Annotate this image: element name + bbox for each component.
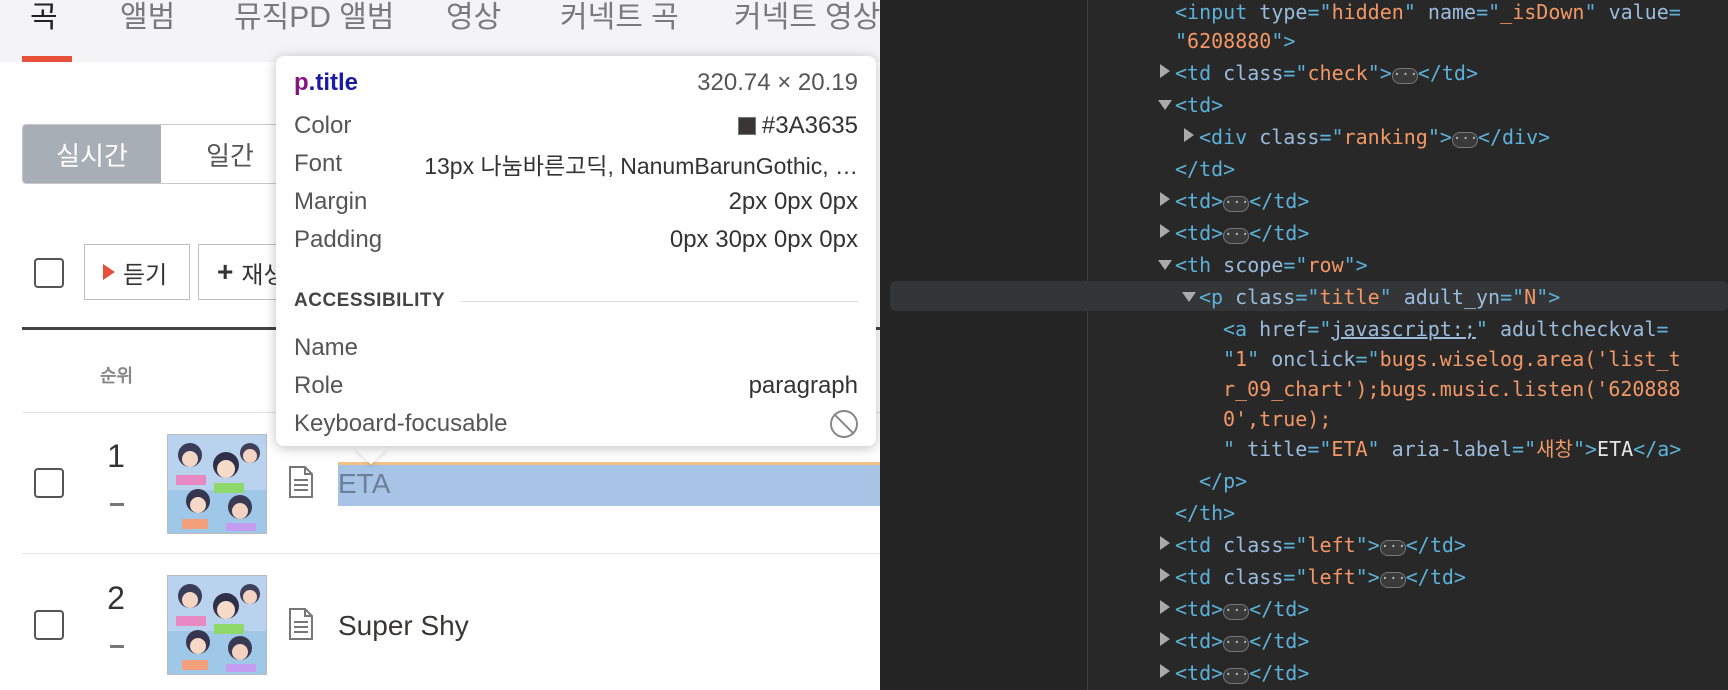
rank-number: 2 [107,580,125,616]
ellipsis-icon[interactable]: ··· [1391,68,1418,84]
dom-line[interactable]: <td class="check">···</td> [1175,58,1478,88]
expand-arrow-icon[interactable] [1160,224,1170,238]
ellipsis-icon[interactable]: ··· [1223,228,1249,244]
listen-button[interactable]: 듣기 [84,244,190,300]
dom-line[interactable]: <td>···</td> [1175,594,1309,624]
page: 곡 앨범 뮤직PD 앨범 영상 커넥트 곡 커넥트 영상 실시간 일간 듣기 +… [0,0,880,690]
listen-label: 듣기 [123,261,168,289]
dom-line[interactable]: <td>···</td> [1175,626,1309,656]
dom-line[interactable]: </td> [1175,154,1235,184]
expand-arrow-icon[interactable] [1160,536,1170,550]
active-tab-indicator [22,56,72,62]
expand-arrow-icon[interactable] [1160,64,1170,78]
collapse-arrow-icon[interactable] [1158,260,1172,270]
collapse-arrow-icon[interactable] [1182,292,1196,302]
not-focusable-icon [830,410,858,438]
select-all-checkbox[interactable] [34,258,64,288]
ellipsis-icon[interactable]: ··· [1451,132,1478,148]
tooltip-color-row: Color #3A3635 [294,112,858,139]
tooltip-header: p.title 320.74 × 20.19 [294,68,858,98]
album-art[interactable] [167,575,267,675]
tab-videos[interactable]: 영상 [446,0,501,36]
expand-arrow-icon[interactable] [1184,128,1194,142]
album-art[interactable] [167,434,267,534]
tab-connect-videos[interactable]: 커넥트 영상 [734,0,880,36]
dom-line[interactable]: " title="ETA" aria-label="새창">ETA</a> [1223,434,1681,464]
dom-line[interactable]: <a href="javascript:;" adultcheckval= [1223,314,1669,344]
expand-arrow-icon[interactable] [1160,664,1170,678]
dom-line[interactable]: <td class="left">···</td> [1175,530,1466,560]
dom-line[interactable]: "1" onclick="bugs.wiselog.area('list_t [1223,344,1681,374]
dom-line[interactable]: <th scope="row"> [1175,250,1368,280]
collapse-arrow-icon[interactable] [1158,100,1172,110]
dom-line[interactable]: </th> [1175,498,1235,528]
song-title-link[interactable]: Super Shy [338,610,469,642]
row-checkbox[interactable] [34,468,64,498]
row-divider [22,553,880,554]
expand-arrow-icon[interactable] [1160,192,1170,206]
dom-line[interactable]: <td>···</td> [1175,218,1309,248]
dom-line[interactable]: <div class="ranking">···</div> [1199,122,1550,152]
tooltip-padding-row: Padding 0px 30px 0px 0px [294,226,858,253]
tab-songs[interactable]: 곡 [30,0,58,36]
dom-line-selected[interactable]: <p class="title" adult_yn="N"> [1199,282,1560,312]
dom-line[interactable]: r_09_chart');bugs.music.listen('620888 [1223,374,1681,404]
song-title-link[interactable]: ETA [338,468,390,500]
devtools-elements-panel: <input type="hidden" name="_isDown" valu… [880,0,1728,690]
tooltip-role-row: Role paragraph [294,372,858,399]
rank-change-none-icon [110,645,124,648]
column-header-rank: 순위 [100,366,134,386]
ellipsis-icon[interactable]: ··· [1223,604,1249,620]
rank-change-none-icon [110,503,124,506]
ellipsis-icon[interactable]: ··· [1223,196,1249,212]
devtools-gutter [880,0,1088,690]
inspected-element-highlight [338,462,880,506]
period-toggle: 실시간 일간 [22,124,300,184]
tooltip-font-row: Font 13px 나눔바른고딕, NanumBarunGothic, … [294,150,858,179]
rank-number: 1 [107,438,125,474]
dom-line[interactable]: <td>···</td> [1175,658,1309,688]
lyrics-icon[interactable] [288,608,314,640]
tooltip-focusable-row: Keyboard-focusable [294,409,858,439]
tooltip-name-row: Name [294,334,359,361]
plus-icon: + [217,256,234,287]
dom-line[interactable]: <td> [1175,90,1223,120]
expand-arrow-icon[interactable] [1160,568,1170,582]
dom-line[interactable]: <td>···</td> [1175,186,1309,216]
play-icon [103,264,115,280]
ellipsis-icon[interactable]: ··· [1223,636,1249,652]
dom-line[interactable]: </p> [1199,466,1247,496]
row-checkbox[interactable] [34,610,64,640]
chart-tabs: 곡 앨범 뮤직PD 앨범 영상 커넥트 곡 커넥트 영상 [0,0,880,62]
expand-arrow-icon[interactable] [1160,632,1170,646]
inspect-tooltip: p.title 320.74 × 20.19 Color #3A3635 Fon… [276,56,876,446]
ellipsis-icon[interactable]: ··· [1379,572,1406,588]
expand-arrow-icon[interactable] [1160,600,1170,614]
accessibility-section-header: ACCESSIBILITY [294,286,858,316]
element-size: 320.74 × 20.19 [697,69,858,96]
ellipsis-icon[interactable]: ··· [1379,540,1406,556]
color-swatch-icon [737,117,756,135]
dom-line[interactable]: <input type="hidden" name="_isDown" valu… [1175,0,1681,27]
dom-line[interactable]: 0',true); [1223,404,1331,434]
lyrics-icon[interactable] [288,466,314,498]
ellipsis-icon[interactable]: ··· [1223,668,1249,684]
dom-line[interactable]: <td class="left">···</td> [1175,562,1466,592]
period-realtime-button[interactable]: 실시간 [23,125,161,183]
tab-albums[interactable]: 앨범 [120,0,175,36]
element-selector: p.title [294,69,359,96]
dom-line[interactable]: "6208880"> [1175,26,1295,56]
tab-connect-songs[interactable]: 커넥트 곡 [560,0,679,36]
tooltip-margin-row: Margin 2px 0px 0px [294,188,858,215]
tab-musicpd-albums[interactable]: 뮤직PD 앨범 [234,0,394,36]
